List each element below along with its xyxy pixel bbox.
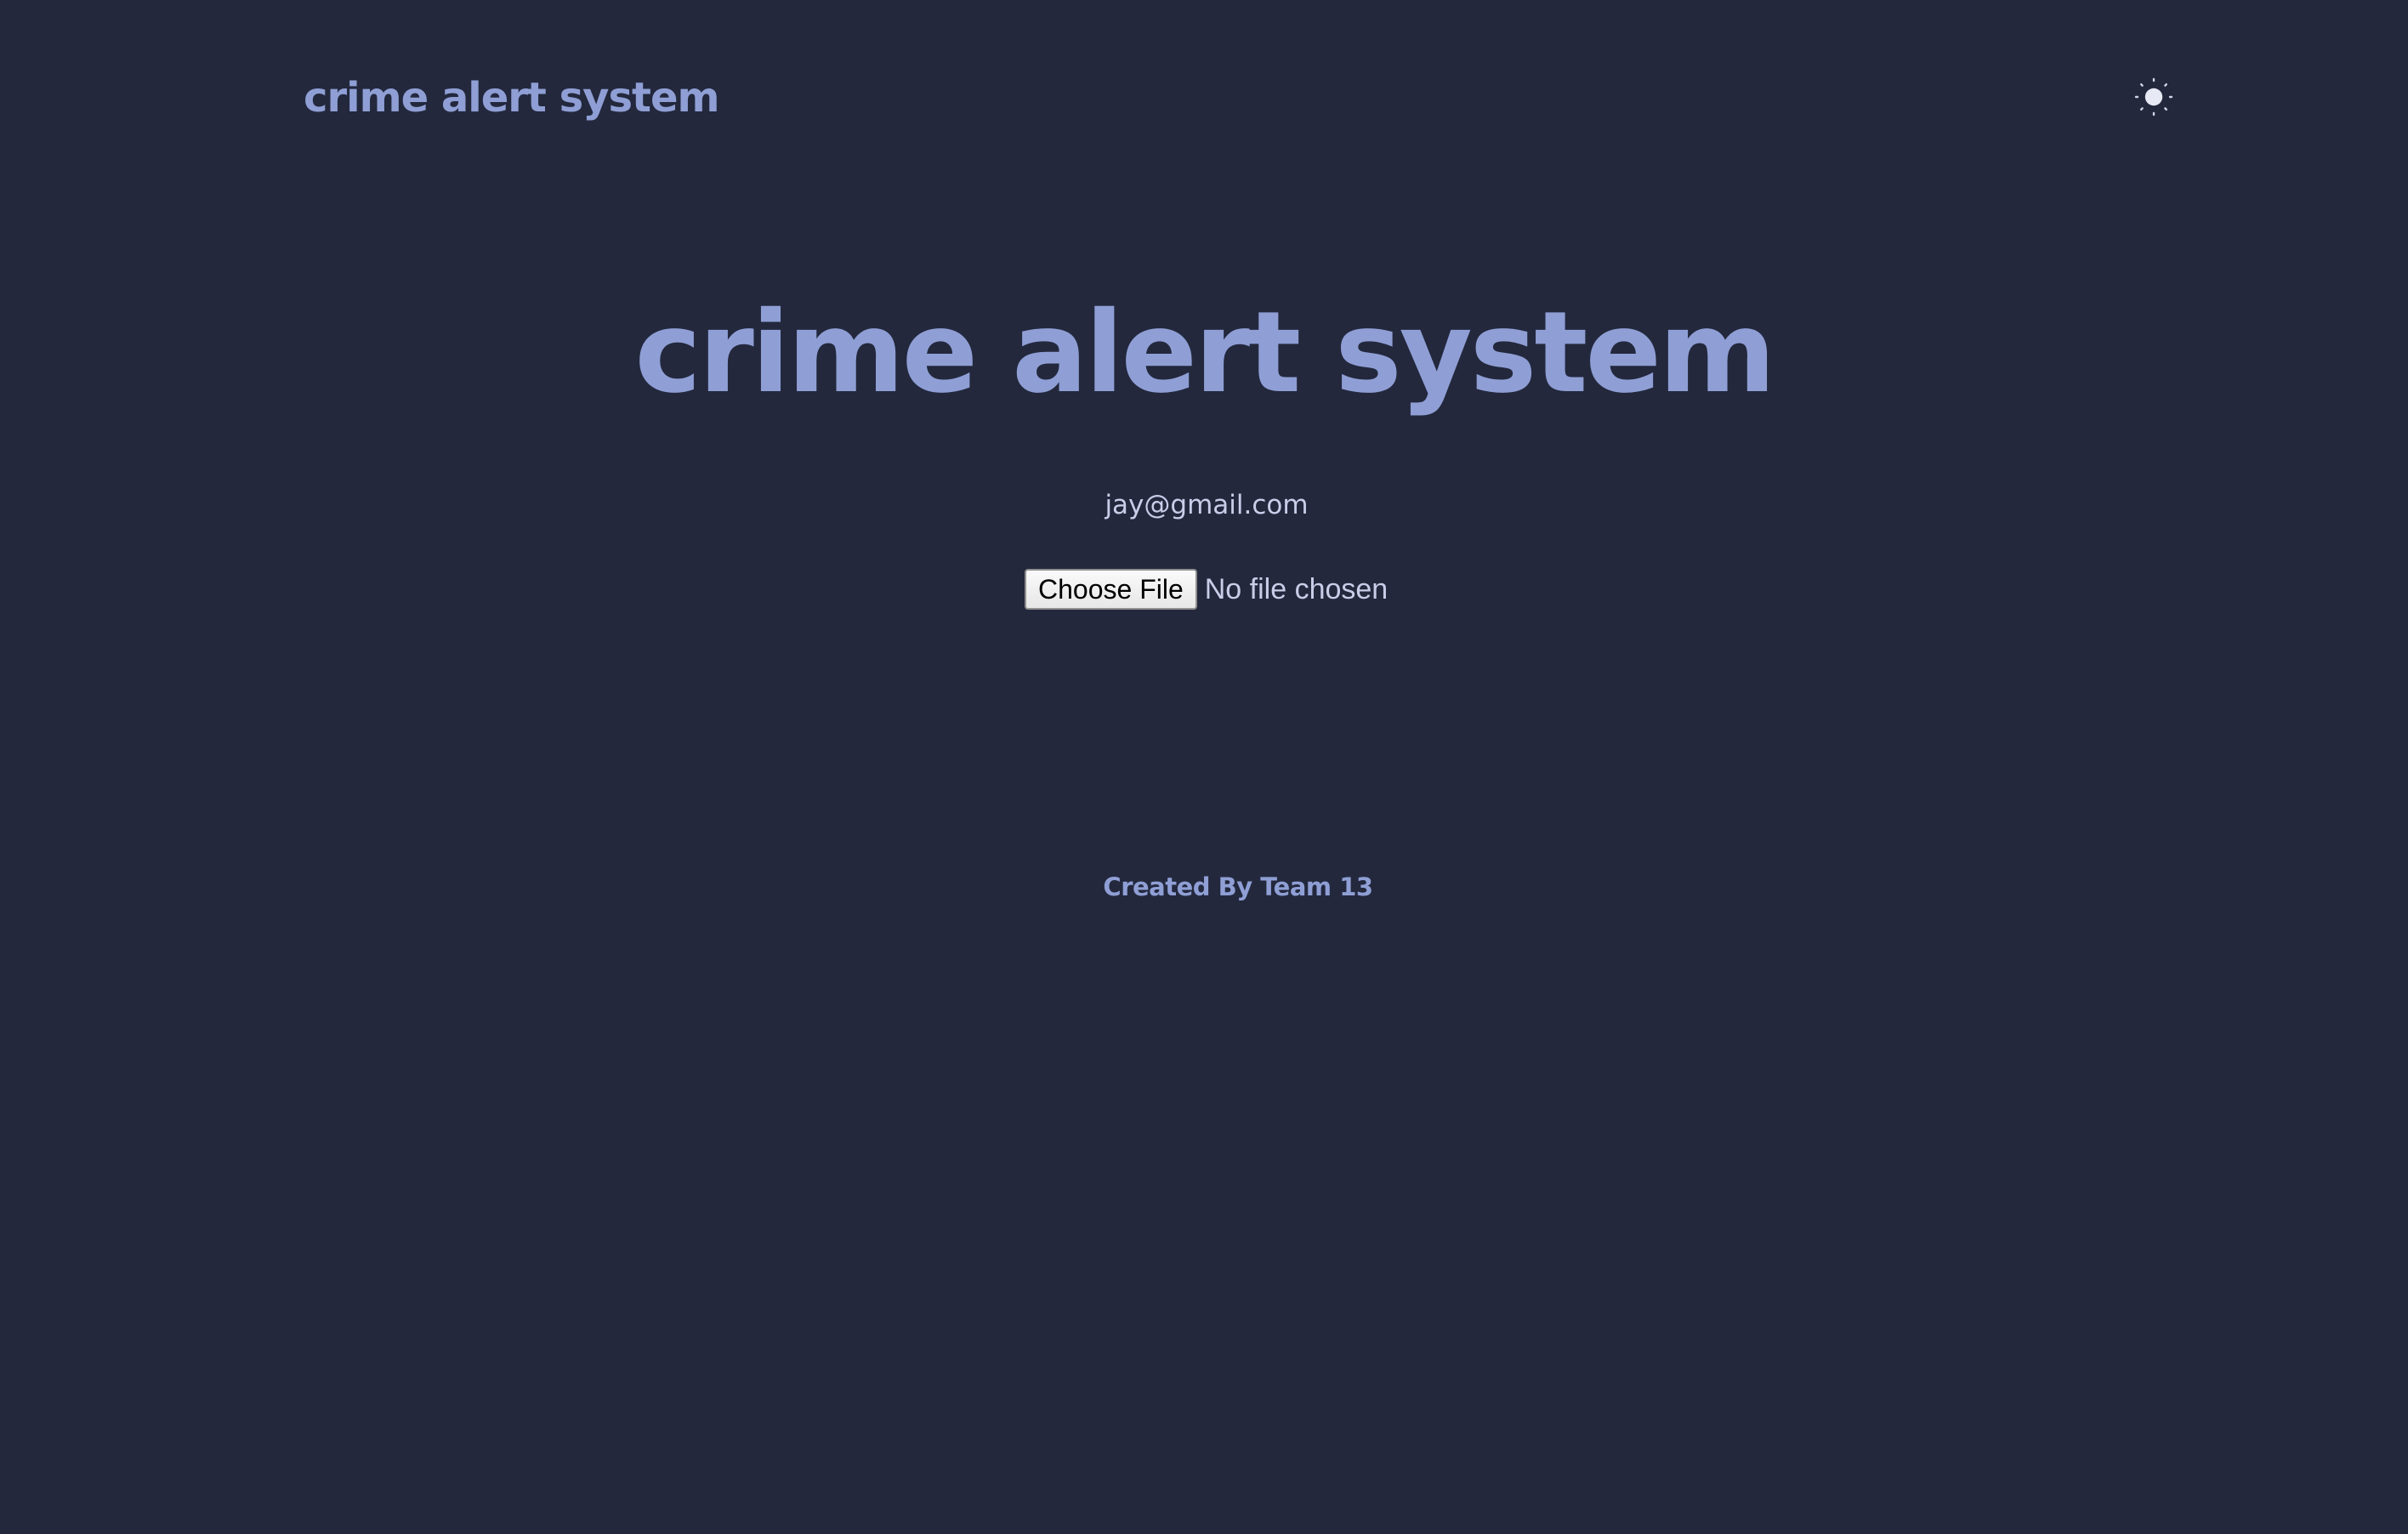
choose-file-button[interactable]: Choose File bbox=[1025, 569, 1197, 610]
page-title: crime alert system bbox=[634, 287, 1776, 418]
file-upload-control: Choose File No file chosen bbox=[1025, 567, 1388, 611]
sun-icon bbox=[2133, 76, 2175, 118]
file-status-text: No file chosen bbox=[1204, 573, 1389, 605]
theme-toggle-button[interactable] bbox=[2133, 76, 2175, 118]
footer-credit: Created By Team 13 bbox=[1103, 872, 1373, 901]
top-header: crime alert system bbox=[0, 0, 2408, 196]
user-email: jay@gmail.com bbox=[1105, 490, 1309, 520]
brand-link[interactable]: crime alert system bbox=[304, 68, 720, 128]
